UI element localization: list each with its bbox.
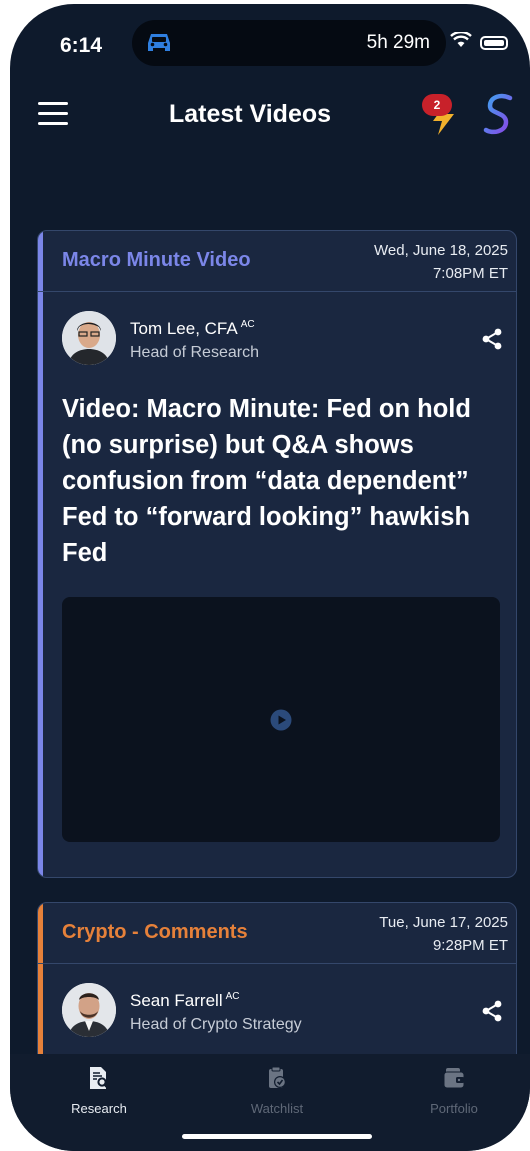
card-category[interactable]: Crypto - Comments — [62, 921, 248, 944]
author-name-text: Sean Farrell — [130, 991, 223, 1010]
tab-label: Portfolio — [430, 1101, 478, 1116]
status-icons — [450, 30, 508, 53]
app-screen: 6:14 5h 29m Latest Videos 2 Macro Minute… — [10, 4, 530, 1151]
tab-portfolio[interactable]: Portfolio — [399, 1066, 509, 1116]
video-card[interactable]: Macro Minute Video Wed, June 18, 2025 7:… — [37, 230, 517, 878]
author-avatar[interactable] — [62, 311, 116, 365]
card-date: Wed, June 18, 2025 7:08PM ET — [374, 239, 508, 285]
page-title: Latest Videos — [168, 100, 332, 128]
author-role: Head of Crypto Strategy — [130, 1016, 302, 1033]
portfolio-icon — [442, 1068, 466, 1094]
card-date: Tue, June 17, 2025 9:28PM ET — [379, 911, 508, 957]
card-date-day: Tue, June 17, 2025 — [379, 914, 508, 931]
status-time: 6:14 — [60, 34, 103, 57]
analyst-certification-badge: AC — [225, 991, 240, 1003]
wifi-icon — [450, 30, 472, 53]
tab-watchlist[interactable]: Watchlist — [222, 1066, 332, 1116]
video-player[interactable] — [62, 597, 500, 842]
notification-badge: 2 — [422, 94, 452, 116]
card-category[interactable]: Macro Minute Video — [62, 249, 251, 272]
play-icon[interactable] — [270, 709, 292, 736]
card-header: Macro Minute Video Wed, June 18, 2025 7:… — [38, 231, 516, 292]
author-name[interactable]: Tom Lee, CFA AC — [130, 319, 255, 339]
car-icon — [146, 30, 172, 59]
card-date-time: 7:08PM ET — [432, 265, 508, 282]
dynamic-island: 5h 29m — [132, 20, 446, 66]
card-date-day: Wed, June 18, 2025 — [374, 242, 508, 259]
share-icon[interactable] — [480, 999, 504, 1023]
battery-icon — [480, 35, 508, 50]
card-title[interactable]: Video: Macro Minute: Fed on hold (no sur… — [62, 391, 482, 571]
card-accent-bar — [38, 231, 43, 877]
card-header: Crypto - Comments Tue, June 17, 2025 9:2… — [38, 903, 516, 964]
author-name-text: Tom Lee, CFA — [130, 319, 238, 338]
card-date-time: 9:28PM ET — [432, 937, 508, 954]
author-name[interactable]: Sean Farrell AC — [130, 991, 240, 1011]
author-avatar[interactable] — [62, 983, 116, 1037]
tab-research[interactable]: Research — [44, 1066, 154, 1116]
research-icon — [88, 1067, 110, 1094]
home-indicator[interactable] — [182, 1134, 372, 1139]
tab-label: Research — [71, 1101, 127, 1116]
share-icon[interactable] — [480, 327, 504, 351]
live-activity-timer: 5h 29m — [366, 32, 430, 53]
flash-alerts-button[interactable]: 2 — [422, 94, 462, 136]
analyst-certification-badge: AC — [240, 319, 255, 331]
author-role: Head of Research — [130, 344, 259, 361]
app-logo-icon[interactable] — [480, 92, 516, 143]
tab-label: Watchlist — [250, 1101, 304, 1116]
watchlist-icon — [266, 1066, 288, 1094]
